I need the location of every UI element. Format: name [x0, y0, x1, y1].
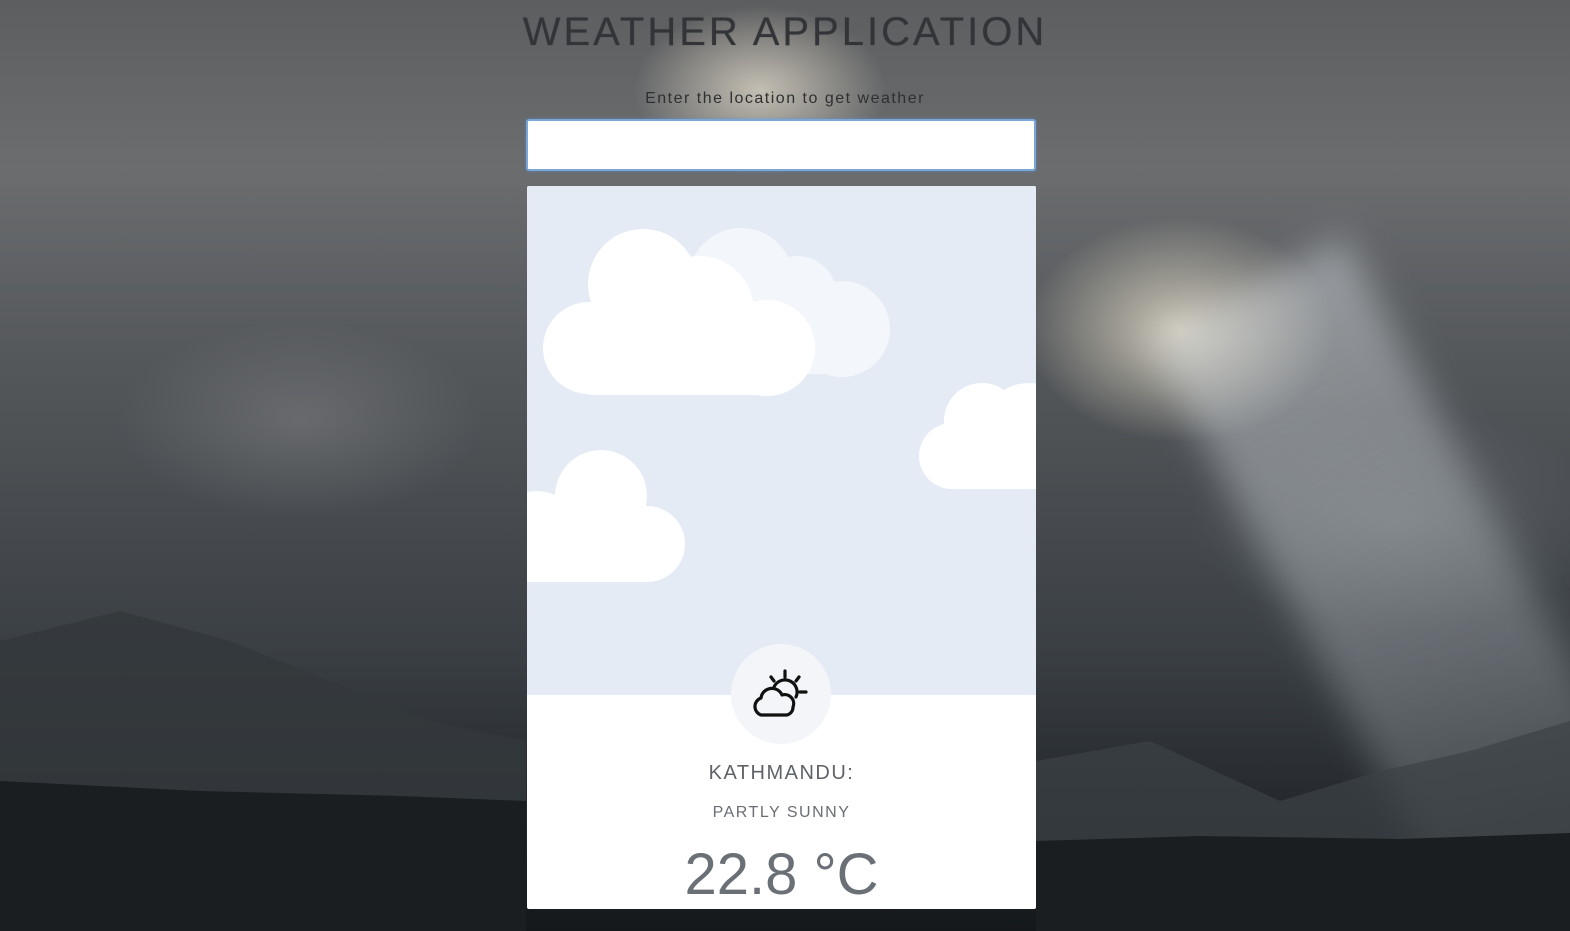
location-prompt-label: Enter the location to get weather	[645, 90, 925, 107]
partly-sunny-icon	[753, 669, 808, 717]
location-input[interactable]	[526, 119, 1036, 171]
city-name: KATHMANDU:	[708, 762, 855, 784]
weather-condition: PARTLY SUNNY	[712, 804, 851, 821]
temperature-value: 22.8 °C	[684, 842, 879, 907]
app-title: WEATHER APPLICATION	[522, 10, 1048, 54]
cloud-illustration	[527, 228, 1036, 582]
card-sky-panel	[527, 186, 1036, 695]
weather-app-page: WEATHER APPLICATION Enter the location t…	[0, 0, 1570, 931]
weather-icon-badge	[731, 644, 831, 744]
weather-card: KATHMANDU: PARTLY SUNNY 22.8 °C	[527, 186, 1036, 909]
